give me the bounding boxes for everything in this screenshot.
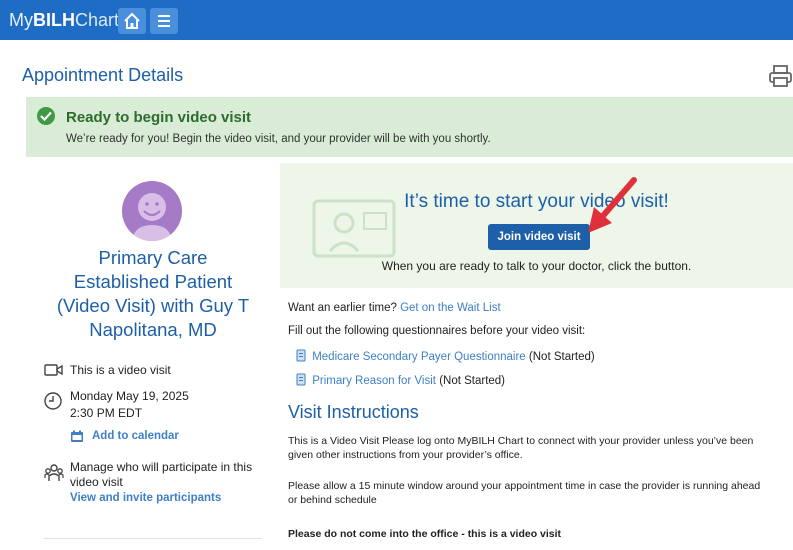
questionnaire-item: Medicare Secondary Payer Questionnaire (… [296,347,595,363]
banner-description: We’re ready for you! Begin the video vis… [66,133,491,145]
instructions-paragraph: Please allow a 15 minute window around y… [288,479,793,507]
view-invite-participants-link[interactable]: View and invite participants [70,491,221,506]
video-visit-label: This is a video visit [70,363,171,377]
hero-subtitle: When you are ready to talk to your docto… [381,259,692,273]
printer-icon [769,65,792,87]
form-document-icon [296,373,306,386]
top-navigation-bar: MyBILHChart [0,0,793,40]
questionnaire-link[interactable]: Primary Reason for Visit [312,375,436,387]
manage-participants-text: video visit [70,475,123,489]
appointment-date: Monday May 19, 2025 [70,389,189,403]
video-visit-hero: It’s time to start your video visit! Joi… [280,163,793,288]
instructions-line: given other instructions from your provi… [288,449,523,461]
appointment-title-line: Established Patient [73,271,233,292]
menu-button[interactable] [150,8,178,34]
appointment-title-line: Napolitana, MD [89,319,217,340]
appointment-title-line: Primary Care [98,247,208,268]
wait-list-prefix: Want an earlier time? [288,302,397,314]
ready-banner: Ready to begin video visit We’re ready f… [26,97,793,157]
appointment-summary-card: Primary Care Established Patient (Video … [26,163,280,550]
instructions-line: Please allow a 15 minute window around y… [288,480,761,492]
hamburger-menu-icon [158,15,170,27]
visit-instructions-title: Visit Instructions [288,402,419,422]
app-logo[interactable]: MyBILHChart [9,10,119,31]
provider-avatar [122,181,182,241]
questionnaire-item: Primary Reason for Visit (Not Started) [296,371,505,387]
clock-icon [44,392,62,410]
video-camera-icon [44,364,63,376]
home-icon [124,12,140,29]
banner-title: Ready to begin video visit [66,109,252,126]
page-title: Appointment Details [22,65,184,85]
questionnaire-link[interactable]: Medicare Secondary Payer Questionnaire [312,351,526,363]
questionnaire-status: (Not Started) [528,351,595,363]
add-to-calendar-label: Add to calendar [92,430,179,442]
form-document-icon [296,349,306,362]
hero-title: It’s time to start your video visit! [404,191,669,212]
instructions-line: or behind schedule [288,494,377,506]
calendar-icon [71,430,83,442]
appointment-title: Primary Care Established Patient (Video … [26,246,280,342]
divider [44,538,262,539]
wait-list-row: Want an earlier time? Get on the Wait Li… [288,302,501,314]
questionnaire-intro: Fill out the following questionnaires be… [288,325,586,337]
instructions-paragraph: This is a Video Visit Please log onto My… [288,434,793,462]
instructions-line: This is a Video Visit Please log onto My… [288,435,754,447]
logo-my: My [9,10,33,30]
red-arrow-icon [588,177,637,233]
manage-participants-text: Manage who will participate in this [70,460,253,474]
logo-bilh: BILH [33,10,75,30]
instructions-warning: Please do not come into the office - thi… [288,528,562,540]
logo-chart: Chart [75,10,120,30]
participants-icon [44,464,64,481]
home-button[interactable] [118,8,146,34]
print-button[interactable] [768,64,793,93]
questionnaire-status: (Not Started) [439,375,506,387]
check-circle-icon [37,107,55,125]
wait-list-link[interactable]: Get on the Wait List [400,302,501,314]
appointment-time: 2:30 PM EDT [70,406,143,420]
appointment-title-line: (Video Visit) with Guy T [56,295,250,316]
join-video-visit-button[interactable]: Join video visit [488,224,590,250]
